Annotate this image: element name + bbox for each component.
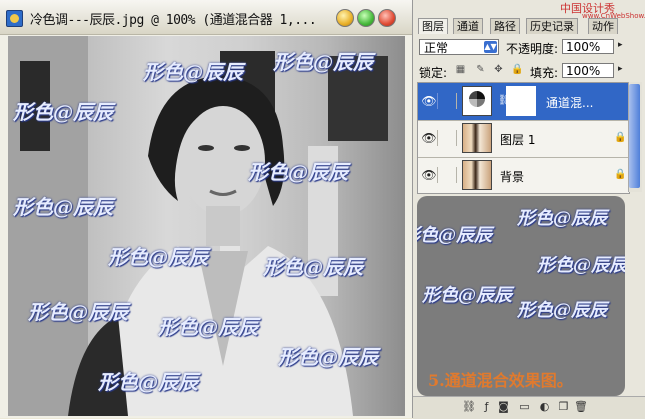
- watermark: 形色@辰辰: [278, 345, 378, 369]
- watermark: 形色@辰辰: [158, 315, 258, 339]
- brush-icon[interactable]: ✎: [475, 64, 486, 75]
- lock-icon[interactable]: 🔒: [511, 64, 523, 75]
- layers-list: 👁 ⛓ 通道混... 👁 图层 1 🔒 👁 背景 🔒: [417, 82, 630, 194]
- layer-link-slot[interactable]: [440, 93, 457, 109]
- scrollbar-thumb[interactable]: [629, 84, 640, 188]
- eye-icon[interactable]: 👁: [421, 167, 438, 183]
- watermark: 形色@辰辰: [248, 160, 348, 184]
- tab-layers[interactable]: 图层: [418, 18, 448, 34]
- photoshop-icon: [6, 10, 23, 27]
- document-title: 冷色调---辰辰.jpg @ 100% (通道混合器 1,...: [30, 13, 317, 28]
- watermark: 形色@辰辰: [273, 50, 373, 74]
- layer-thumbnail: [462, 123, 492, 153]
- eye-icon[interactable]: 👁: [421, 130, 438, 146]
- link-layers-icon[interactable]: ⛓: [462, 400, 476, 413]
- fill-field[interactable]: 100%: [562, 63, 614, 78]
- eye-icon[interactable]: 👁: [421, 93, 438, 109]
- caption: 5.通道混合效果图。: [428, 371, 573, 390]
- tab-paths[interactable]: 路径: [490, 18, 520, 34]
- palette-tabs: 图层 通道 路径 历史记录 动作: [418, 18, 642, 34]
- opacity-field[interactable]: 100%: [562, 39, 614, 54]
- lock-label: 锁定:: [419, 66, 448, 80]
- layer-name: 通道混...: [546, 96, 594, 110]
- watermark: 形色@辰辰: [28, 300, 128, 324]
- add-style-icon[interactable]: ƒ: [480, 400, 493, 413]
- layer-name: 图层 1: [500, 133, 536, 147]
- watermark: 形色@辰辰: [263, 255, 363, 279]
- watermark: 形色@辰辰: [108, 245, 208, 269]
- empty-layers-area: 形色@辰辰 形色@辰辰 形色@辰辰 形色@辰辰 形色@辰辰: [417, 196, 625, 396]
- new-adjustment-icon[interactable]: ◐: [538, 400, 551, 413]
- move-icon[interactable]: ✥: [493, 64, 504, 75]
- lock-transparent-icon[interactable]: ▦: [455, 64, 466, 75]
- layer-row-background[interactable]: 👁 背景 🔒: [418, 157, 629, 194]
- watermark: 形色@辰辰: [143, 60, 243, 84]
- fill-slider-arrow-icon[interactable]: ▸: [618, 64, 623, 74]
- new-layer-icon[interactable]: ❐: [557, 400, 570, 413]
- add-mask-icon[interactable]: ◙: [497, 400, 510, 413]
- watermark: 形色@辰辰: [537, 255, 625, 276]
- layer-name: 背景: [500, 170, 525, 184]
- document-titlebar[interactable]: 冷色调---辰辰.jpg @ 100% (通道混合器 1,...: [0, 0, 412, 35]
- watermark: 形色@辰辰: [13, 195, 113, 219]
- delete-layer-icon[interactable]: 🗑: [574, 400, 588, 413]
- dropdown-arrow-icon: ▲▼: [484, 41, 497, 53]
- layer-link-slot[interactable]: [440, 167, 457, 183]
- new-group-icon[interactable]: ▭: [518, 400, 531, 413]
- mask-thumbnail[interactable]: [506, 86, 536, 116]
- blend-mode-value: 正常: [424, 41, 449, 55]
- layer-thumbnail: [462, 160, 492, 190]
- watermark: 形色@辰辰: [417, 225, 492, 246]
- lock-icon: 🔒: [614, 169, 627, 180]
- close-button[interactable]: [378, 9, 396, 27]
- tab-history[interactable]: 历史记录: [526, 18, 578, 34]
- layer-link-slot[interactable]: [440, 130, 457, 146]
- tab-channels[interactable]: 通道: [453, 18, 483, 34]
- layer-row-channel-mixer[interactable]: 👁 ⛓ 通道混...: [418, 83, 629, 121]
- watermark: 形色@辰辰: [517, 208, 607, 229]
- watermark: 形色@辰辰: [98, 370, 198, 394]
- document-window[interactable]: 冷色调---辰辰.jpg @ 100% (通道混合器 1,... 形色@辰辰 形…: [0, 0, 413, 418]
- watermark: 形色@辰辰: [13, 100, 113, 124]
- adjustment-thumbnail: [462, 86, 492, 116]
- maximize-button[interactable]: [357, 9, 375, 27]
- fill-label: 填充:: [530, 66, 559, 80]
- minimize-button[interactable]: [336, 9, 354, 27]
- watermark: 形色@辰辰: [422, 285, 512, 306]
- layer-row-layer-1[interactable]: 👁 图层 1 🔒: [418, 120, 629, 158]
- image-canvas[interactable]: 形色@辰辰 形色@辰辰 形色@辰辰 形色@辰辰 形色@辰辰 形色@辰辰 形色@辰…: [8, 36, 405, 416]
- watermark: 形色@辰辰: [517, 300, 607, 321]
- opacity-slider-arrow-icon[interactable]: ▸: [618, 40, 623, 50]
- opacity-label: 不透明度:: [506, 42, 559, 56]
- lock-icon: 🔒: [614, 132, 627, 143]
- tab-actions[interactable]: 动作: [588, 18, 618, 34]
- blend-mode-select[interactable]: 正常 ▲▼: [419, 39, 499, 55]
